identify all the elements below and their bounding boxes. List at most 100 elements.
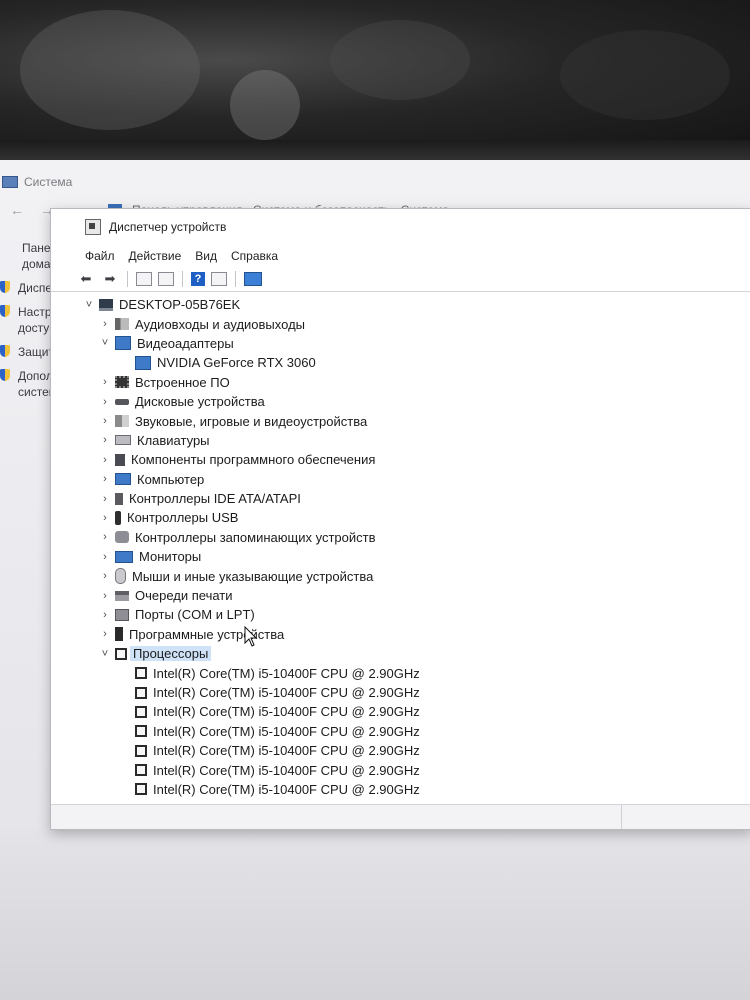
processor-icon bbox=[135, 667, 147, 680]
tree-item-label: Видеоадаптеры bbox=[137, 335, 234, 351]
ide-controller-icon bbox=[115, 492, 123, 505]
processor-icon bbox=[115, 647, 127, 660]
processor-icon bbox=[135, 783, 147, 796]
chevron-right-icon[interactable]: › bbox=[99, 454, 111, 466]
chevron-right-icon[interactable]: › bbox=[99, 396, 111, 408]
tree-category[interactable]: › Встроенное ПО bbox=[51, 373, 750, 392]
tree-category[interactable]: › Мыши и иные указывающие устройства bbox=[51, 566, 750, 585]
tree-item-label: Intel(R) Core(TM) i5-10400F CPU @ 2.90GH… bbox=[153, 781, 420, 797]
processor-icon bbox=[135, 705, 147, 718]
toolbar-separator bbox=[182, 271, 183, 287]
disk-icon bbox=[115, 398, 129, 405]
tree-device[interactable]: Intel(R) Core(TM) i5-10400F CPU @ 2.90GH… bbox=[51, 722, 750, 741]
chevron-right-icon[interactable]: › bbox=[99, 415, 111, 427]
tree-item-label: Порты (COM и LPT) bbox=[135, 607, 255, 623]
chevron-down-icon[interactable]: ˅ bbox=[99, 337, 111, 349]
keyboard-icon bbox=[115, 435, 131, 446]
tree-device[interactable]: Intel(R) Core(TM) i5-10400F CPU @ 2.90GH… bbox=[51, 760, 750, 779]
back-icon[interactable]: ⬅ bbox=[77, 270, 95, 288]
chevron-right-icon[interactable]: › bbox=[99, 318, 111, 330]
processor-icon bbox=[135, 764, 147, 777]
usb-icon bbox=[115, 510, 121, 525]
chevron-right-icon[interactable]: › bbox=[99, 609, 111, 621]
update-icon[interactable] bbox=[211, 272, 227, 286]
chevron-right-icon[interactable]: › bbox=[99, 628, 111, 640]
tree-item-label: Intel(R) Core(TM) i5-10400F CPU @ 2.90GH… bbox=[153, 665, 420, 681]
tree-device[interactable]: Intel(R) Core(TM) i5-10400F CPU @ 2.90GH… bbox=[51, 683, 750, 702]
status-bar-divider bbox=[621, 805, 622, 829]
tree-category[interactable]: ˅ Видеоадаптеры bbox=[51, 334, 750, 353]
tree-device[interactable]: Intel(R) Core(TM) i5-10400F CPU @ 2.90GH… bbox=[51, 741, 750, 760]
mouse-cursor-icon bbox=[244, 626, 258, 647]
system-window-title-text: Система bbox=[24, 175, 73, 189]
tree-category[interactable]: › Аудиовходы и аудиовыходы bbox=[51, 314, 750, 333]
system-window-title: Система bbox=[0, 172, 72, 192]
menu-file[interactable]: Файл bbox=[85, 249, 115, 263]
tree-item-label: Контроллеры IDE ATA/ATAPI bbox=[129, 491, 301, 507]
shield-icon bbox=[0, 345, 10, 357]
tree-category[interactable]: › Клавиатуры bbox=[51, 431, 750, 450]
monitor-icon bbox=[115, 550, 133, 563]
tree-category[interactable]: › Программные устройства bbox=[51, 625, 750, 644]
tree-item-label: Мыши и иные указывающие устройства bbox=[132, 568, 374, 584]
mouse-icon bbox=[115, 568, 126, 585]
tree-item-label: Мониторы bbox=[139, 549, 202, 565]
shield-icon bbox=[0, 281, 10, 293]
chevron-right-icon[interactable]: › bbox=[99, 590, 111, 602]
menu-help[interactable]: Справка bbox=[231, 249, 278, 263]
printer-icon bbox=[115, 590, 129, 601]
toolbar: ⬅ ➡ ? bbox=[51, 267, 750, 292]
menu-view[interactable]: Вид bbox=[195, 249, 217, 263]
chevron-right-icon[interactable]: › bbox=[99, 473, 111, 485]
tree-category[interactable]: › Контроллеры USB bbox=[51, 508, 750, 527]
tree-item-label: Очереди печати bbox=[135, 588, 233, 604]
chevron-down-icon[interactable]: ˅ bbox=[83, 299, 95, 311]
tree-root-computer[interactable]: ˅ DESKTOP-05B76EK bbox=[51, 295, 750, 314]
chevron-down-icon[interactable]: ˅ bbox=[99, 648, 111, 660]
video-adapter-icon bbox=[115, 336, 131, 351]
tree-category[interactable]: › Очереди печати bbox=[51, 586, 750, 605]
chevron-right-icon[interactable]: › bbox=[99, 376, 111, 388]
tree-item-label: Программные устройства bbox=[129, 626, 285, 642]
processor-icon bbox=[135, 725, 147, 738]
tree-device[interactable]: NVIDIA GeForce RTX 3060 bbox=[51, 353, 750, 372]
tree-device[interactable]: Intel(R) Core(TM) i5-10400F CPU @ 2.90GH… bbox=[51, 702, 750, 721]
port-icon bbox=[115, 608, 129, 621]
tree-item-label: DESKTOP-05B76EK bbox=[119, 297, 241, 313]
tree-device[interactable]: Intel(R) Core(TM) i5-10400F CPU @ 2.90GH… bbox=[51, 780, 750, 799]
chevron-right-icon[interactable]: › bbox=[99, 531, 111, 543]
device-manager-window: Диспетчер устройств Файл Действие Вид Сп… bbox=[50, 208, 750, 830]
tree-category[interactable]: › Компьютер bbox=[51, 470, 750, 489]
firmware-icon bbox=[115, 376, 129, 389]
tree-item-label: Intel(R) Core(TM) i5-10400F CPU @ 2.90GH… bbox=[153, 762, 420, 778]
tree-category[interactable]: › Дисковые устройства bbox=[51, 392, 750, 411]
tree-category[interactable]: › Мониторы bbox=[51, 547, 750, 566]
view-icon[interactable] bbox=[158, 272, 174, 286]
chevron-right-icon[interactable]: › bbox=[99, 512, 111, 524]
menu-bar: Файл Действие Вид Справка bbox=[51, 245, 750, 267]
properties-icon[interactable] bbox=[136, 272, 152, 286]
chevron-right-icon[interactable]: › bbox=[99, 434, 111, 446]
forward-icon[interactable]: ➡ bbox=[101, 270, 119, 288]
tree-device[interactable]: Intel(R) Core(TM) i5-10400F CPU @ 2.90GH… bbox=[51, 663, 750, 682]
tree-category[interactable]: › Порты (COM и LPT) bbox=[51, 605, 750, 624]
menu-action[interactable]: Действие bbox=[129, 249, 182, 263]
chevron-right-icon[interactable]: › bbox=[99, 551, 111, 563]
scan-hardware-icon[interactable] bbox=[244, 272, 262, 286]
tree-category[interactable]: › Компоненты программного обеспечения bbox=[51, 450, 750, 469]
tree-category[interactable]: › Контроллеры IDE ATA/ATAPI bbox=[51, 489, 750, 508]
tree-category[interactable]: ˅ Процессоры bbox=[51, 644, 750, 663]
system-window-icon bbox=[2, 176, 18, 188]
tree-category[interactable]: › Контроллеры запоминающих устройств bbox=[51, 528, 750, 547]
shield-icon bbox=[0, 305, 10, 317]
help-icon[interactable]: ? bbox=[191, 272, 205, 286]
sound-icon bbox=[115, 415, 129, 428]
chevron-right-icon[interactable]: › bbox=[99, 570, 111, 582]
processor-icon bbox=[135, 686, 147, 699]
tree-item-label: Клавиатуры bbox=[137, 432, 210, 448]
desktop-area bbox=[0, 830, 750, 1000]
tree-category[interactable]: › Звуковые, игровые и видеоустройства bbox=[51, 411, 750, 430]
device-manager-titlebar[interactable]: Диспетчер устройств bbox=[51, 209, 750, 245]
computer-icon bbox=[99, 298, 113, 311]
chevron-right-icon[interactable]: › bbox=[99, 493, 111, 505]
